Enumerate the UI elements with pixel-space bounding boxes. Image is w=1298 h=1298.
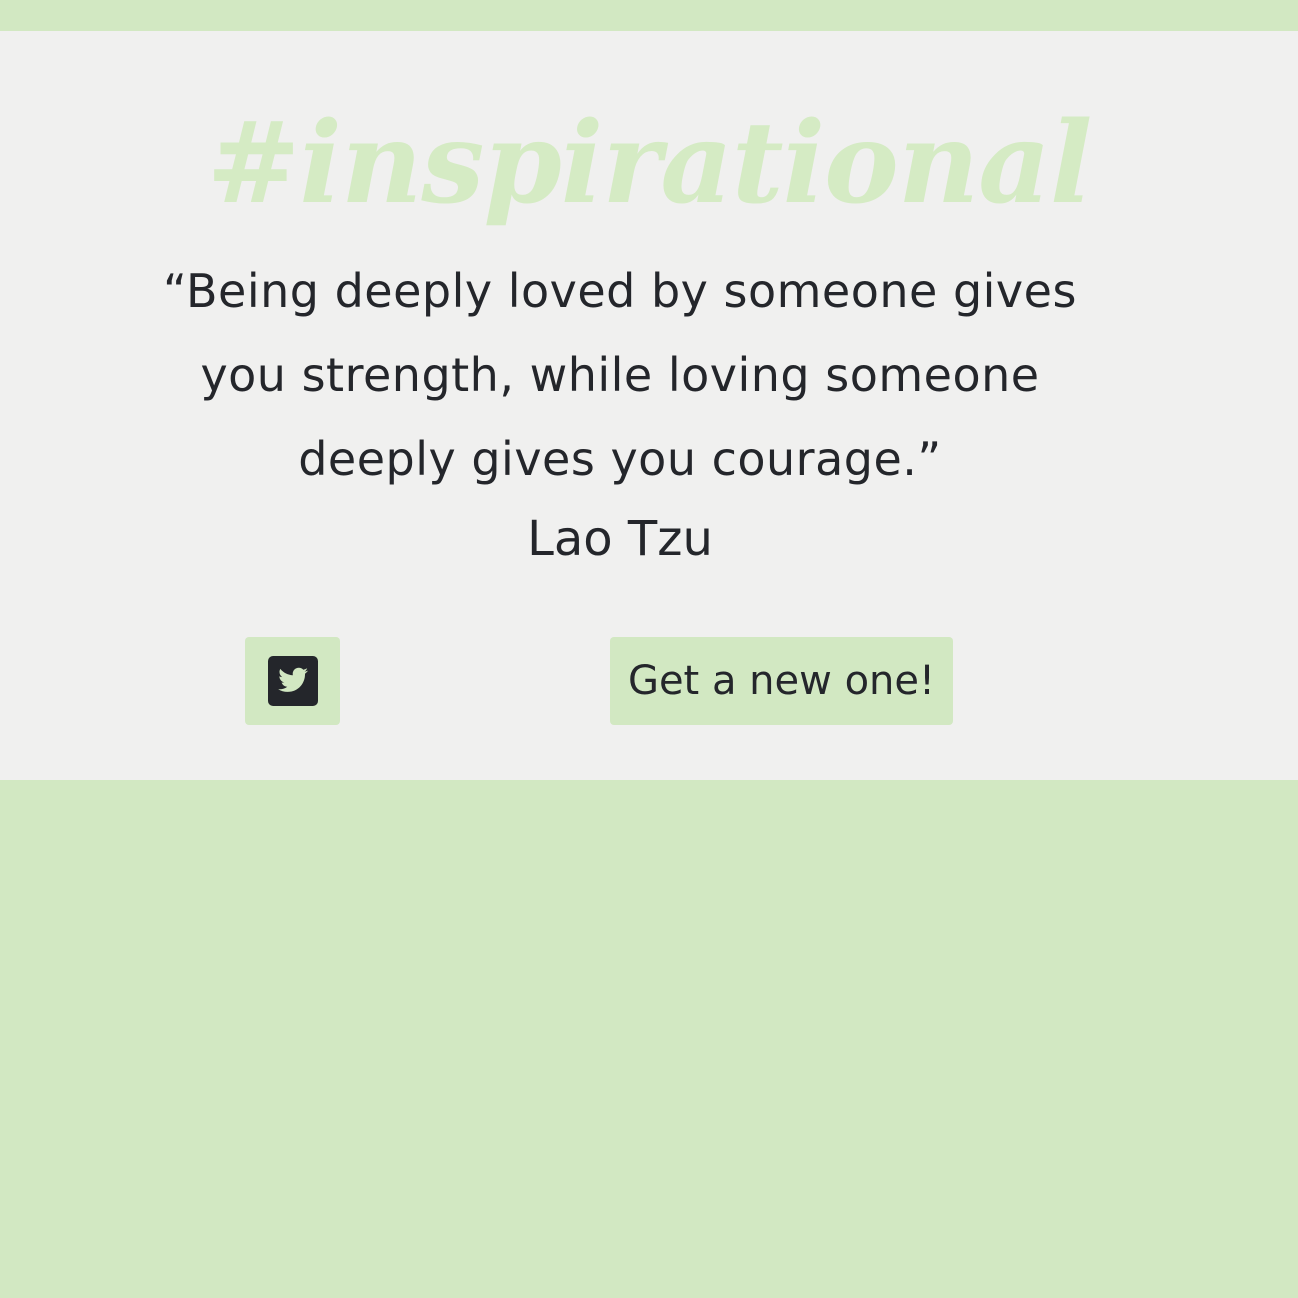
new-quote-button[interactable]: Get a new one! <box>610 637 953 725</box>
twitter-icon <box>267 655 319 707</box>
quote-author: Lao Tzu <box>527 511 713 567</box>
hashtag-title: #inspirational <box>206 98 1093 229</box>
page: #inspirational “Being deeply loved by so… <box>0 0 1298 1298</box>
quote-text: “Being deeply loved by someone gives you… <box>163 264 1077 486</box>
quote-card: #inspirational “Being deeply loved by so… <box>0 31 1298 780</box>
tweet-button[interactable] <box>245 637 340 725</box>
